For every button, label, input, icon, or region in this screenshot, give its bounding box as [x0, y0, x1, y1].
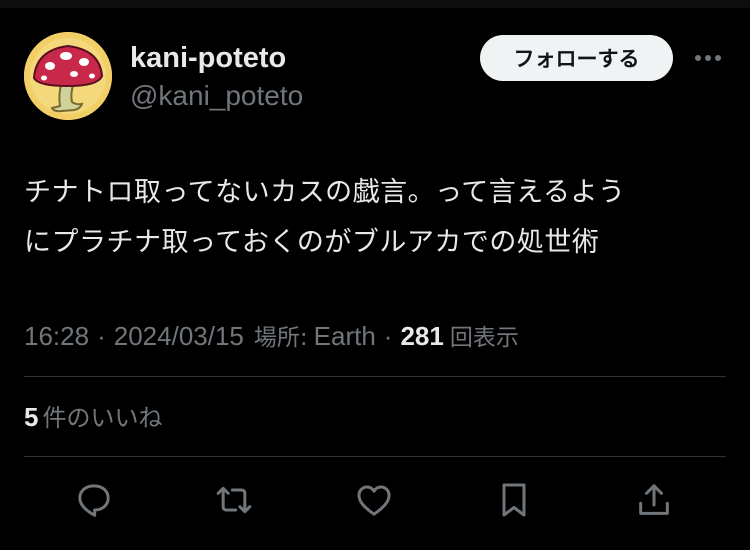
likes-count-link[interactable]: 5 件のいいね [24, 398, 162, 434]
reply-icon [78, 484, 110, 517]
follow-button[interactable]: フォローする [480, 35, 673, 81]
mushroom-icon [24, 32, 112, 120]
tweet-text: チナトロ取ってないカスの戯言。って言えるよう にプラチナ取っておくのがブルアカで… [24, 168, 734, 268]
like-button[interactable] [352, 478, 396, 522]
location-label: 場所: [253, 325, 308, 351]
display-name[interactable]: kani-poteto [130, 42, 286, 75]
likes-label: 件のいいね [42, 404, 163, 432]
like-icon [357, 485, 391, 516]
top-edge [0, 0, 750, 8]
share-button[interactable] [632, 478, 676, 522]
meta-separator: · [97, 321, 106, 351]
share-icon [639, 484, 669, 515]
tweet-meta: 16:28 · 2024/03/15 場所: Earth · 281 回表示 [24, 318, 519, 352]
tweet-line: にプラチナ取っておくのがブルアカでの処世術 [24, 227, 600, 258]
divider [24, 376, 726, 377]
tweet-time[interactable]: 16:28 [24, 321, 89, 352]
retweet-button[interactable] [212, 478, 256, 522]
more-horizontal-icon [695, 55, 721, 61]
bookmark-icon [502, 483, 526, 517]
tweet-line: チナトロ取ってないカスの戯言。って言えるよう [24, 177, 626, 208]
meta-separator: · [383, 321, 393, 351]
avatar[interactable] [24, 32, 112, 120]
views-count: 281 [400, 321, 444, 351]
reply-button[interactable] [72, 478, 116, 522]
more-options-button[interactable] [692, 44, 724, 72]
tweet-location[interactable]: Earth [314, 321, 376, 352]
views-label: 回表示 [449, 325, 519, 351]
retweet-icon [216, 486, 252, 514]
divider [24, 456, 726, 457]
likes-count: 5 [24, 402, 39, 432]
bookmark-button[interactable] [492, 478, 536, 522]
user-handle[interactable]: @kani_poteto [130, 80, 303, 112]
tweet-date[interactable]: 2024/03/15 [114, 321, 244, 352]
